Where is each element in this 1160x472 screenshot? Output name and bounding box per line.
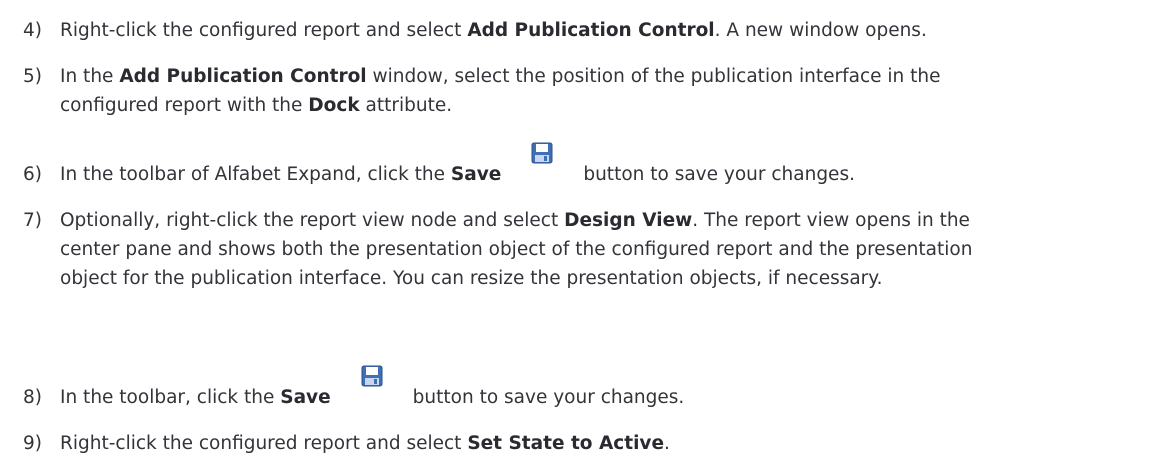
step-text-part: . A new window opens.	[714, 20, 927, 41]
step-text-part: button to save your changes.	[583, 164, 855, 185]
step-number: 6)	[23, 164, 42, 185]
ui-term: Add Publication Control	[119, 66, 367, 87]
ui-term: Design View	[564, 210, 693, 231]
step-text-part: In the	[60, 66, 120, 87]
step-text-part: Right-click the configured report and se…	[60, 20, 468, 41]
step-text-part: Right-click the configured report and se…	[60, 433, 468, 454]
step-text-line: object for the publication interface. Yo…	[60, 268, 883, 289]
ui-term: Save	[450, 164, 502, 185]
step-number: 4)	[23, 20, 42, 41]
save-icon	[361, 365, 383, 387]
ui-term: Add Publication Control	[467, 20, 715, 41]
step-number: 7)	[23, 210, 42, 231]
step-text-part: configured report with the	[60, 95, 309, 116]
step-number: 9)	[23, 433, 42, 454]
step-text-part: .	[664, 433, 670, 454]
step-text-part: In the toolbar, click the	[60, 387, 281, 408]
step-text: In the Add Publication Control window, s…	[60, 62, 1140, 120]
step-text: Right-click the configured report and se…	[60, 16, 1140, 45]
ui-term: Dock	[308, 95, 360, 116]
step-text: In the toolbar of Alfabet Expand, click …	[60, 142, 1140, 189]
step-text: In the toolbar, click the Save button to…	[60, 365, 1140, 412]
step-number: 8)	[23, 387, 42, 408]
ui-term: Save	[280, 387, 331, 408]
ui-term: Set State to Active	[467, 433, 665, 454]
save-icon	[531, 142, 553, 164]
step-text-part: Optionally, right-click the report view …	[60, 210, 565, 231]
step-text-part: . The report view opens in the	[692, 210, 970, 231]
step-text-part: attribute.	[359, 95, 453, 116]
step-text-part: button to save your changes.	[412, 387, 685, 408]
step-number: 5)	[23, 66, 42, 87]
step-text-line: center pane and shows both the presentat…	[60, 239, 973, 260]
step-text: Optionally, right-click the report view …	[60, 206, 1140, 293]
step-text-part: window, select the position of the publi…	[366, 66, 941, 87]
step-text: Right-click the configured report and se…	[60, 429, 1140, 458]
step-text-part: In the toolbar of Alfabet Expand, click …	[60, 164, 451, 185]
